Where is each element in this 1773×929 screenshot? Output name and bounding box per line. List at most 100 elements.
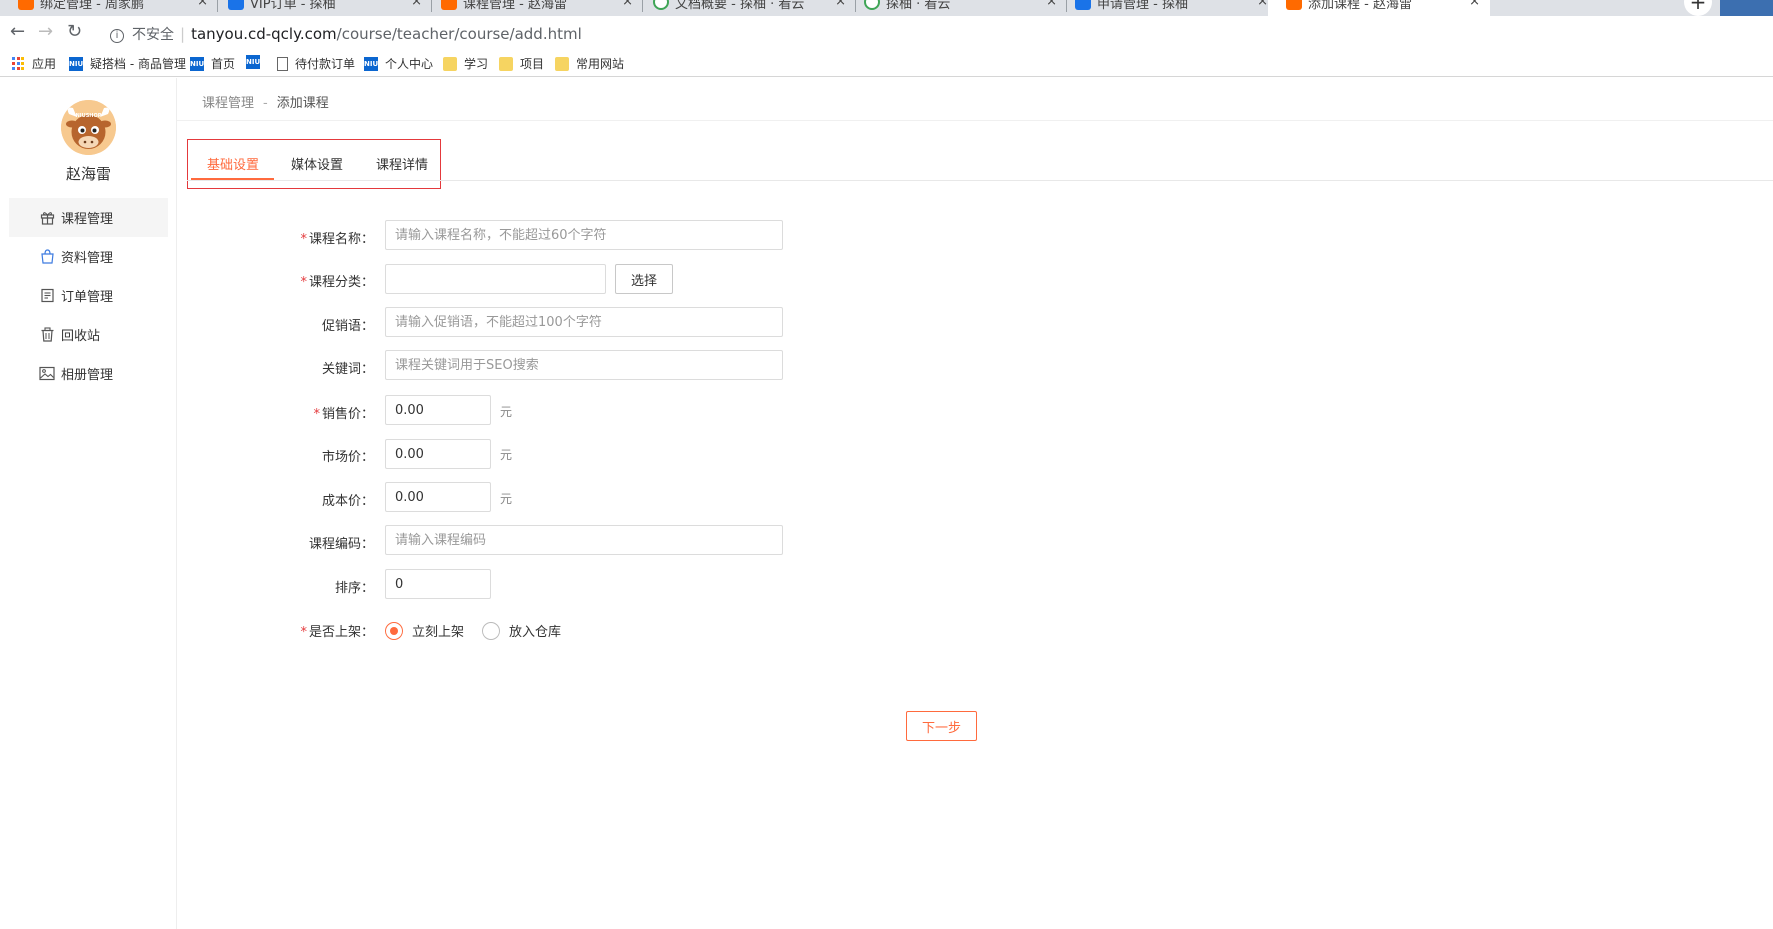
browser-tab-title: 探柚 · 看云: [886, 0, 951, 12]
sidebar-item-recycle[interactable]: 回收站: [9, 315, 168, 354]
browser-tab[interactable]: 文档概要 - 探柚 · 看云 ×: [635, 0, 856, 16]
gift-icon: [39, 210, 55, 226]
tab-basic-settings[interactable]: 基础设置: [207, 154, 259, 173]
close-tab-icon[interactable]: ×: [1046, 0, 1057, 9]
address-bar[interactable]: i 不安全 | tanyou.cd-qcly.com/course/teacher/c…: [110, 24, 582, 44]
sidebar-item-label: 相册管理: [61, 368, 114, 383]
app-favicon-icon: [441, 0, 457, 10]
browser-tab-active[interactable]: 添加课程 - 赵海雷 ×: [1268, 0, 1490, 16]
course-code-input[interactable]: [385, 525, 783, 555]
browser-tab-title: 文档概要 - 探柚 · 看云: [675, 0, 805, 12]
sidebar-item-album[interactable]: 相册管理: [9, 354, 168, 393]
currency-unit: 元: [500, 492, 513, 506]
bookmark-folder[interactable]: 项目: [499, 55, 544, 72]
browser-tab[interactable]: 绑定管理 - 周家鹏 ×: [0, 0, 218, 16]
app-favicon-icon: [1286, 0, 1302, 10]
close-tab-icon[interactable]: ×: [1469, 0, 1480, 9]
promo-label: 促销语：: [321, 319, 374, 334]
next-step-button[interactable]: 下一步: [906, 711, 977, 741]
bookmark-item[interactable]: NIU 疑搭档 - 商品管理: [69, 55, 186, 72]
divider: [177, 120, 1773, 121]
bookmark-item[interactable]: NIU 个人中心: [364, 55, 433, 72]
bookmark-apps[interactable]: 应用: [12, 55, 56, 72]
cost-price-input[interactable]: [385, 482, 491, 512]
app-favicon-icon: [228, 0, 244, 10]
browser-tab-title: 课程管理 - 赵海雷: [463, 0, 567, 12]
promo-input[interactable]: [385, 307, 783, 337]
breadcrumb-current: 添加课程: [276, 96, 329, 111]
browser-tab-title: 添加课程 - 赵海雷: [1308, 0, 1412, 12]
niu-icon: NIU: [364, 56, 378, 71]
sidebar: NIUSHOP 赵海雷 课程管理 资料管理 订单管理 回收站 相册管理: [0, 78, 177, 929]
app-favicon-icon: [1075, 0, 1091, 10]
keywords-input[interactable]: [385, 350, 783, 380]
course-category-input[interactable]: [385, 264, 606, 294]
image-icon: [39, 366, 55, 382]
sidebar-item-course[interactable]: 课程管理: [9, 198, 168, 237]
folder-icon: [443, 56, 457, 71]
bookmark-folder[interactable]: 常用网站: [555, 55, 624, 72]
folder-icon: [555, 56, 569, 71]
radio-publish-now[interactable]: 立刻上架: [385, 621, 464, 640]
order-icon: [39, 288, 55, 304]
forward-arrow-icon[interactable]: →: [38, 23, 53, 41]
sidebar-item-materials[interactable]: 资料管理: [9, 237, 168, 276]
browser-tab-title: VIP订单 - 探柚: [250, 0, 336, 12]
course-code-label: 课程编码：: [308, 537, 374, 552]
bookmark-item[interactable]: NIU 首页: [190, 55, 235, 72]
sale-price-input[interactable]: [385, 395, 491, 425]
niu-icon: NIU: [69, 56, 83, 71]
bookmark-folder[interactable]: 学习: [443, 55, 488, 72]
select-category-button[interactable]: 选择: [615, 264, 673, 294]
app-favicon-icon: [18, 0, 34, 10]
browser-tab[interactable]: VIP订单 - 探柚 ×: [210, 0, 432, 16]
close-tab-icon[interactable]: ×: [835, 0, 846, 9]
bookmark-item[interactable]: NIU: [246, 55, 267, 69]
avatar[interactable]: NIUSHOP: [61, 100, 116, 155]
niu-icon: NIU: [190, 56, 204, 71]
browser-tab-strip: 绑定管理 - 周家鹏 × VIP订单 - 探柚 × 课程管理 - 赵海雷 × 文…: [0, 0, 1773, 16]
browser-tab-title: 绑定管理 - 周家鹏: [40, 0, 144, 12]
sidebar-item-label: 回收站: [61, 329, 101, 344]
apps-icon: [12, 57, 25, 70]
new-tab-button[interactable]: +: [1684, 0, 1712, 16]
reload-icon[interactable]: ↻: [67, 23, 82, 41]
info-icon[interactable]: i: [110, 29, 124, 43]
sort-input[interactable]: [385, 569, 491, 599]
sidebar-item-orders[interactable]: 订单管理: [9, 276, 168, 315]
close-tab-icon[interactable]: ×: [411, 0, 422, 9]
security-status: 不安全: [132, 27, 174, 43]
url-path: /course/teacher/course/add.html: [336, 25, 582, 43]
bookmark-item[interactable]: 待付款订单: [277, 55, 355, 72]
svg-text:NIUSHOP: NIUSHOP: [76, 113, 102, 119]
sidebar-item-label: 课程管理: [61, 212, 114, 227]
back-arrow-icon[interactable]: ←: [10, 23, 25, 41]
username: 赵海雷: [65, 165, 111, 183]
divider: [187, 180, 1773, 181]
niu-icon: NIU: [246, 55, 260, 69]
tab-media-settings[interactable]: 媒体设置: [291, 154, 343, 173]
market-price-input[interactable]: [385, 439, 491, 469]
breadcrumb: 课程管理 - 添加课程: [202, 92, 329, 111]
shelf-status-label: * 是否上架：: [300, 625, 374, 640]
browser-tab[interactable]: 申请管理 - 探柚 ×: [1057, 0, 1278, 16]
sidebar-item-label: 订单管理: [61, 290, 114, 305]
close-tab-icon[interactable]: ×: [197, 0, 208, 9]
keywords-label: 关键词：: [321, 362, 374, 377]
browser-tab[interactable]: 课程管理 - 赵海雷 ×: [423, 0, 643, 16]
breadcrumb-parent[interactable]: 课程管理: [202, 96, 254, 111]
cost-price-label: 成本价：: [321, 494, 374, 509]
radio-unchecked-icon: [482, 621, 500, 640]
close-tab-icon[interactable]: ×: [622, 0, 633, 9]
course-name-input[interactable]: [385, 220, 783, 250]
browser-tab[interactable]: 探柚 · 看云 ×: [846, 0, 1067, 16]
cow-logo-icon: NIUSHOP: [61, 100, 116, 155]
sale-price-label: * 销售价：: [313, 407, 374, 422]
close-tab-icon[interactable]: ×: [1257, 0, 1268, 9]
tab-course-details[interactable]: 课程详情: [376, 154, 428, 173]
course-category-label: * 课程分类：: [300, 275, 374, 290]
sort-label: 排序：: [334, 581, 374, 596]
browser-toolbar: ← → ↻ i 不安全 | tanyou.cd-qcly.com/course/tea…: [0, 16, 1773, 49]
cloud-favicon-icon: [653, 0, 669, 10]
radio-put-in-warehouse[interactable]: 放入仓库: [482, 621, 561, 640]
